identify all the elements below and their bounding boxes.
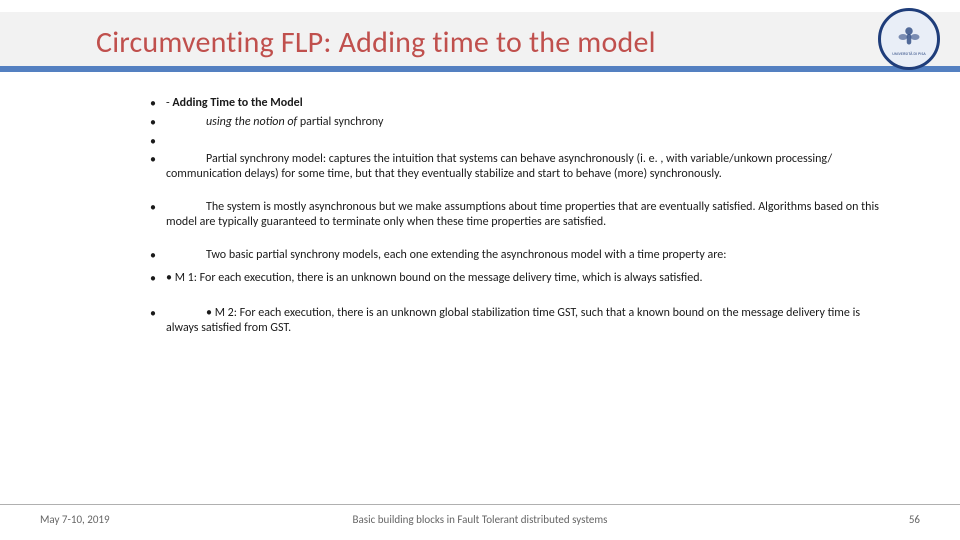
slide-number: 56 — [909, 513, 920, 526]
slide-body: • - Adding Time to the Model • using the… — [150, 96, 880, 338]
bullet-4: • The system is mostly asynchronous but … — [150, 200, 880, 230]
bullet-marker: • — [150, 200, 166, 217]
university-logo: UNIVERSITÀ DI PISA — [878, 8, 940, 70]
bullet-marker: • — [150, 96, 166, 113]
bullet-marker: • — [150, 248, 166, 265]
b1-bold: Adding Time to the Model — [172, 96, 302, 110]
b3-text: Partial synchrony model: captures the in… — [166, 152, 880, 182]
slide: Circumventing FLP: Adding time to the mo… — [0, 0, 960, 540]
slide-title: Circumventing FLP: Adding time to the mo… — [0, 24, 656, 61]
footer-title: Basic building blocks in Fault Tolerant … — [0, 513, 960, 526]
logo-caption: UNIVERSITÀ DI PISA — [892, 53, 926, 57]
footer: May 7-10, 2019 Basic building blocks in … — [0, 504, 960, 526]
bullet-marker: • — [150, 134, 166, 151]
bullet-2: • using the notion of partial synchrony — [150, 115, 880, 132]
bullet-6: • • M 1: For each execution, there is an… — [150, 271, 880, 288]
b6-text: • M 1: For each execution, there is an u… — [166, 271, 880, 286]
bullet-marker: • — [150, 152, 166, 169]
b7-text: • M 2: For each execution, there is an u… — [166, 306, 880, 336]
bullet-marker: • — [150, 115, 166, 132]
bullet-1: • - Adding Time to the Model — [150, 96, 880, 113]
bullet-empty: • — [150, 134, 880, 151]
bullet-marker: • — [150, 306, 166, 323]
bullet-3: • Partial synchrony model: captures the … — [150, 152, 880, 182]
title-bar: Circumventing FLP: Adding time to the mo… — [0, 12, 960, 72]
footer-date: May 7-10, 2019 — [40, 513, 110, 526]
b4-text: The system is mostly asynchronous but we… — [166, 200, 880, 230]
bullet-7: • • M 2: For each execution, there is an… — [150, 306, 880, 336]
bullet-marker: • — [150, 271, 166, 288]
b2-italic: using the notion of — [206, 115, 300, 129]
cherub-icon — [894, 22, 924, 52]
bullet-5: • Two basic partial synchrony models, ea… — [150, 248, 880, 265]
b5-text: Two basic partial synchrony models, each… — [166, 248, 880, 263]
b2-tail: partial synchrony — [300, 115, 384, 129]
